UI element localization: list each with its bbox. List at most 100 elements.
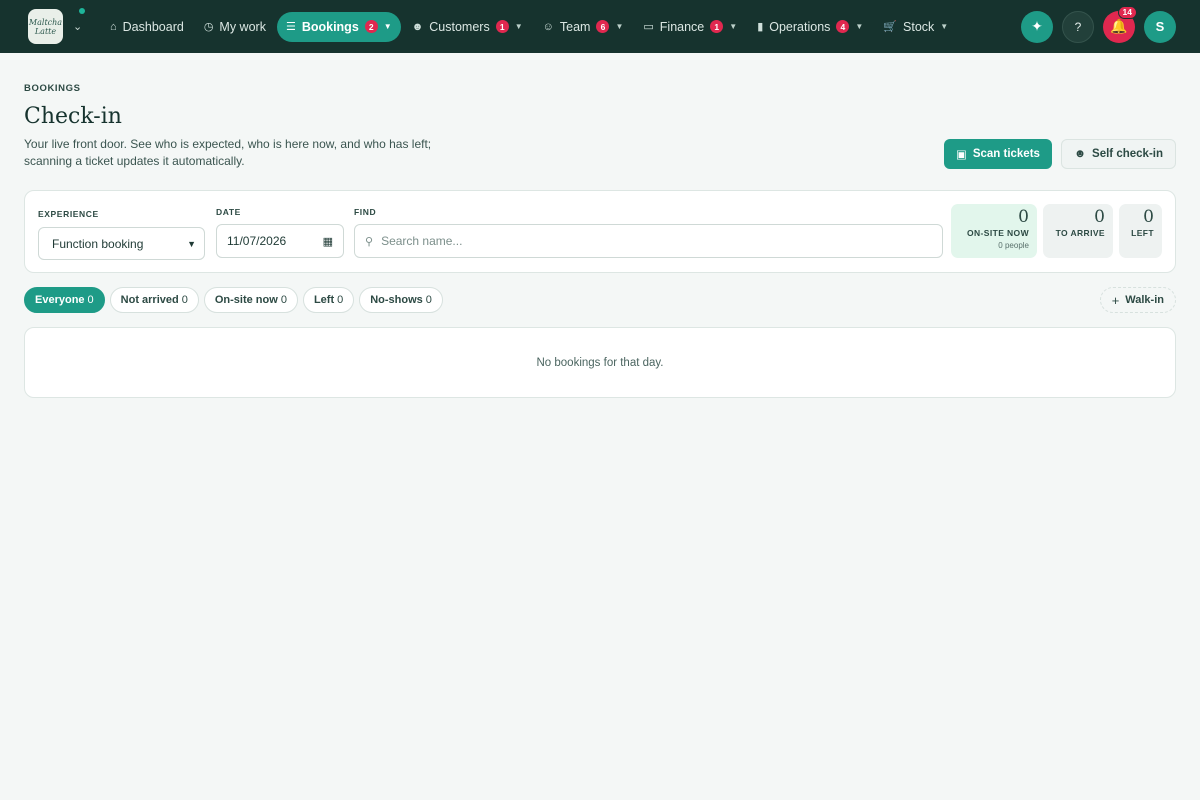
- tab-label: Everyone: [35, 294, 85, 306]
- nav-item-my-work[interactable]: ◷ My work: [195, 12, 275, 42]
- breadcrumb: BOOKINGS: [24, 83, 81, 94]
- experience-label: EXPERIENCE: [38, 209, 99, 219]
- tab-on-site-now[interactable]: On-site now 0: [203, 287, 298, 313]
- nav-item-stock[interactable]: 🛒 Stock ▼: [874, 12, 957, 42]
- nav-item-team[interactable]: ☺ Team 6 ▼: [534, 12, 633, 42]
- checkin-stats: 0 ON-SITE NOW 0 people 0 TO ARRIVE 0 LEF…: [951, 204, 1162, 258]
- stat-onsite-now: 0 ON-SITE NOW 0 people: [951, 204, 1037, 258]
- filter-card: EXPERIENCE Function booking ▼ DATE 11/07…: [24, 190, 1176, 273]
- brand-logo[interactable]: Maltcha Latte: [28, 9, 63, 44]
- nav-item-label: My work: [219, 19, 266, 34]
- list-icon: ☰: [285, 21, 296, 33]
- walk-in-button[interactable]: + Walk-in: [1099, 287, 1176, 313]
- stat-value: 0: [1094, 207, 1105, 227]
- status-tabs: Everyone 0 Not arrived 0 On-site now 0 L…: [24, 287, 1176, 313]
- stat-value: 0: [1143, 207, 1154, 227]
- tab-not-arrived[interactable]: Not arrived 0: [109, 287, 199, 313]
- nav-badge: 4: [836, 20, 850, 33]
- nav-item-bookings[interactable]: ☰ Bookings 2 ▼: [276, 11, 401, 42]
- plus-icon: +: [1111, 292, 1120, 308]
- chevron-down-icon: ▼: [383, 22, 392, 31]
- search-placeholder: Search name...: [381, 234, 463, 248]
- notifications-count-badge: 14: [1117, 5, 1137, 19]
- tab-count: 0: [425, 294, 432, 306]
- search-input[interactable]: ⚲ Search name...: [354, 224, 943, 258]
- stat-sub: 0 people: [998, 241, 1029, 250]
- stat-label: ON-SITE NOW: [966, 228, 1029, 238]
- stat-label: TO ARRIVE: [1055, 228, 1105, 238]
- online-status-dot: [79, 8, 85, 14]
- user-avatar[interactable]: S: [1144, 10, 1176, 43]
- nav-badge: 2: [364, 20, 378, 33]
- nav-item-label: Team: [559, 19, 591, 34]
- stat-value: 0: [1018, 207, 1029, 227]
- empty-message: No bookings for that day.: [536, 356, 664, 369]
- main-nav: ⌂ Dashboard ◷ My work ☰ Bookings 2 ▼ ☻ C…: [101, 11, 957, 42]
- nav-item-label: Finance: [659, 19, 705, 34]
- nav-item-dashboard[interactable]: ⌂ Dashboard: [101, 12, 193, 42]
- tab-label: No-shows: [370, 294, 423, 306]
- help-button[interactable]: ?: [1062, 10, 1094, 43]
- users-icon: ☻: [411, 20, 424, 33]
- question-icon: ?: [1074, 19, 1082, 34]
- person-icon: ☺: [542, 20, 554, 33]
- date-label: DATE: [216, 207, 241, 217]
- tab-label: Not arrived: [120, 294, 179, 306]
- page-content: BOOKINGS Check-in Your live front door. …: [0, 53, 1200, 398]
- topbar-actions: ✦ ? 🔔 14 S: [1021, 5, 1176, 43]
- experience-field: EXPERIENCE Function booking ▼: [38, 209, 205, 260]
- date-field: DATE 11/07/2026 ▦: [216, 207, 344, 258]
- tab-label: On-site now: [214, 294, 278, 306]
- scan-tickets-label: Scan tickets: [972, 148, 1040, 160]
- find-field: FIND ⚲ Search name...: [354, 207, 943, 258]
- tab-everyone[interactable]: Everyone 0: [24, 287, 105, 313]
- tab-count: 0: [181, 294, 188, 306]
- self-checkin-button[interactable]: ☻ Self check-in: [1060, 139, 1176, 169]
- workspace-chevron-down-icon[interactable]: ⌄: [73, 20, 87, 33]
- tab-label: Left: [313, 294, 335, 306]
- ai-sparkle-button[interactable]: ✦: [1021, 10, 1053, 43]
- nav-item-operations[interactable]: ▮ Operations 4 ▼: [748, 12, 872, 42]
- nav-item-label: Dashboard: [122, 19, 184, 34]
- stat-left: 0 LEFT: [1119, 204, 1162, 258]
- walk-in-label: Walk-in: [1125, 294, 1164, 306]
- date-input[interactable]: 11/07/2026 ▦: [216, 224, 344, 258]
- page-title: Check-in: [24, 104, 122, 129]
- tab-count: 0: [87, 294, 94, 306]
- nav-item-label: Operations: [769, 19, 831, 34]
- sparkle-icon: ✦: [1031, 18, 1043, 34]
- tab-count: 0: [337, 294, 344, 306]
- card-icon: ▭: [643, 21, 654, 33]
- calendar-icon: ▦: [322, 235, 333, 248]
- notifications-button[interactable]: 🔔 14: [1103, 5, 1137, 43]
- page-header-row: Your live front door. See who is expecte…: [24, 129, 1176, 170]
- experience-value: Function booking: [52, 236, 144, 251]
- experience-select[interactable]: Function booking ▼: [38, 227, 205, 260]
- scan-tickets-button[interactable]: ▣ Scan tickets: [943, 139, 1052, 169]
- stat-to-arrive: 0 TO ARRIVE: [1043, 204, 1113, 258]
- page-subtitle: Your live front door. See who is expecte…: [24, 137, 432, 168]
- tab-count: 0: [280, 294, 287, 306]
- chevron-down-icon: ▼: [187, 238, 196, 249]
- nav-item-customers[interactable]: ☻ Customers 1 ▼: [403, 12, 532, 42]
- self-checkin-label: Self check-in: [1092, 148, 1163, 160]
- stat-label: LEFT: [1131, 228, 1154, 238]
- bell-icon: 🔔: [1110, 18, 1128, 34]
- nav-item-label: Bookings: [301, 19, 359, 34]
- nav-item-finance[interactable]: ▭ Finance 1 ▼: [634, 12, 746, 42]
- home-icon: ⌂: [110, 20, 117, 33]
- find-label: FIND: [354, 207, 377, 217]
- chevron-down-icon: ▼: [855, 22, 864, 31]
- chevron-down-icon: ▼: [729, 22, 738, 31]
- tab-no-shows[interactable]: No-shows 0: [359, 287, 443, 313]
- users-icon: ☻: [1073, 148, 1087, 160]
- scan-icon: ▣: [955, 149, 967, 161]
- top-navigation-bar: Maltcha Latte ⌄ ⌂ Dashboard ◷ My work ☰ B…: [0, 0, 1200, 53]
- nav-badge: 6: [596, 20, 610, 33]
- nav-badge: 1: [710, 20, 724, 33]
- tab-left[interactable]: Left 0: [302, 287, 355, 313]
- clock-icon: ◷: [203, 21, 214, 33]
- nav-item-label: Customers: [429, 19, 490, 34]
- bookings-list-empty: No bookings for that day.: [24, 327, 1176, 398]
- nav-badge: 1: [495, 20, 509, 33]
